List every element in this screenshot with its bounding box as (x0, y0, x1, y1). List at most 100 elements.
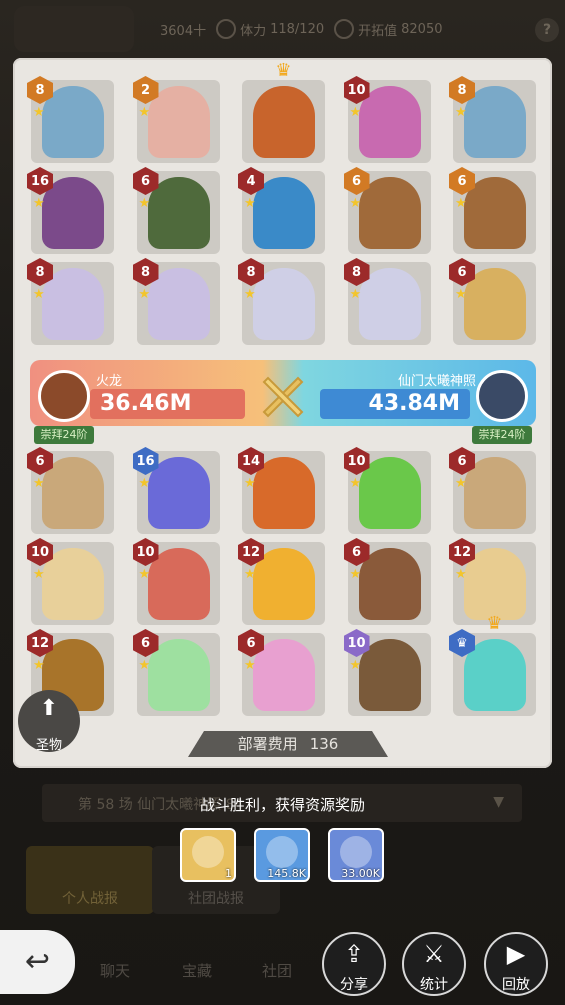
unit-card[interactable]: 8 ★ (449, 76, 536, 163)
resource-explore: 开拓值 82050 (334, 19, 443, 39)
victory-message: 战斗胜利，获得资源奖励 (199, 796, 365, 814)
reward-item[interactable]: 145.8K (254, 828, 310, 882)
deploy-cost-label: 部署费用 (237, 735, 298, 753)
star-icon: ★ (455, 105, 467, 120)
right-worship-tag: 崇拜24阶 (472, 426, 532, 444)
unit-card[interactable]: 6 ★ (132, 167, 220, 254)
star-icon: ★ (349, 476, 362, 491)
unit-card[interactable]: 16 ★ (27, 167, 114, 254)
tab-personal-label: 个人战报 (62, 891, 118, 907)
unit-row: 8 ★ 2 ★ ♛ 10 ★ 8 ★ (27, 60, 536, 163)
unit-card[interactable]: 12 ★ (238, 538, 325, 625)
unit-card[interactable]: 6 ★ (238, 629, 325, 716)
unit-card[interactable]: 10 ★ (27, 538, 114, 625)
nav-chat-label[interactable]: 聊天 (100, 960, 130, 981)
stats-label: 统计 (420, 977, 448, 993)
star-icon: ★ (349, 196, 362, 211)
unit-card[interactable]: 10 ★ (343, 629, 431, 716)
reward-count: 33.00K (341, 867, 380, 880)
unit-portrait (253, 86, 315, 158)
left-avatar[interactable] (38, 370, 90, 422)
star-icon: ★ (455, 567, 467, 582)
star-icon: ★ (455, 287, 467, 302)
stamina-icon (216, 19, 237, 39)
unit-card[interactable]: 16 ★ (132, 447, 220, 534)
unit-card[interactable]: 14 ★ (238, 447, 325, 534)
reward-icon (192, 836, 224, 868)
top-resource-bar: 3604十 体力 118/120 开拓值 82050 ? (0, 0, 565, 58)
unit-card[interactable]: 6 ★ (343, 538, 431, 625)
crossed-swords-icon (262, 376, 304, 418)
unit-card[interactable]: 2 ★ (132, 76, 220, 163)
nav-treasure-label[interactable]: 宝藏 (182, 960, 212, 981)
left-power-value: 36.46M (90, 389, 245, 419)
reward-count: 145.8K (267, 867, 306, 880)
left-worship-tag: 崇拜24阶 (34, 426, 94, 444)
star-icon: ★ (244, 567, 256, 582)
help-icon[interactable]: ? (535, 18, 559, 42)
share-icon: ⇪ (343, 940, 365, 968)
unit-card[interactable]: 8 ★ (27, 76, 114, 163)
star-icon: ★ (244, 287, 256, 302)
relic-button[interactable]: ⬆ 圣物 (18, 690, 80, 753)
stats-button[interactable]: ⚔ 统计 (402, 932, 466, 996)
stamina-label: 体力 (240, 23, 267, 39)
star-icon: ★ (349, 105, 362, 120)
left-player-name: 火龙 (96, 374, 123, 389)
unit-card[interactable]: 4 ★ (238, 167, 325, 254)
star-icon: ★ (33, 658, 45, 673)
unit-card[interactable]: 8 ★ (27, 258, 114, 345)
star-icon: ★ (455, 476, 467, 491)
tab-guild-label: 社团战报 (188, 891, 244, 907)
share-label: 分享 (340, 977, 368, 993)
replay-label: 回放 (502, 977, 530, 993)
star-icon: ★ (244, 658, 256, 673)
deploy-cost: 部署费用 136 (188, 731, 388, 757)
star-icon: ★ (33, 567, 45, 582)
unit-card[interactable]: 6 ★ (343, 167, 431, 254)
star-icon: ★ (33, 476, 45, 491)
unit-card[interactable]: 6 ★ (449, 258, 536, 345)
star-icon: ★ (138, 567, 151, 582)
resource-stamina: 体力 118/120 (216, 19, 324, 39)
unit-row: 12 ★ 6 ★ 6 ★ 10 ★ ♛ ♛ (27, 613, 536, 716)
unit-card[interactable]: 10 ★ (132, 538, 220, 625)
unit-card[interactable]: 8 ★ (343, 258, 431, 345)
unit-card[interactable]: ♛ ♛ (449, 613, 536, 716)
share-button[interactable]: ⇪ 分享 (322, 932, 386, 996)
stamina-value: 118/120 (270, 21, 325, 37)
crown-icon: ♛ (486, 613, 503, 634)
star-icon: ★ (244, 476, 256, 491)
nav-guild-label[interactable]: 社团 (262, 960, 292, 981)
unit-card[interactable]: ♛ (242, 60, 325, 163)
star-icon: ★ (33, 105, 45, 120)
relic-label: 圣物 (35, 738, 62, 753)
reward-count: 1 (225, 867, 232, 880)
unit-card[interactable]: 10 ★ (343, 447, 431, 534)
unit-card[interactable]: 8 ★ (132, 258, 220, 345)
star-icon: ★ (244, 196, 256, 211)
right-player-name: 仙门太曦神照 (397, 374, 476, 389)
star-icon: ★ (33, 287, 45, 302)
star-icon: ★ (138, 287, 151, 302)
unit-card[interactable]: 6 ★ (132, 629, 220, 716)
right-avatar[interactable] (476, 370, 528, 422)
unit-card[interactable]: 8 ★ (238, 258, 325, 345)
reward-item[interactable]: 1 (180, 828, 236, 882)
reward-item[interactable]: 33.00K (328, 828, 384, 882)
unit-card[interactable]: 6 ★ (449, 447, 536, 534)
unit-card[interactable]: 6 ★ (27, 447, 114, 534)
explore-label: 开拓值 (358, 23, 398, 39)
tab-personal-report[interactable]: 个人战报 (26, 846, 154, 914)
star-icon: ★ (138, 105, 151, 120)
unit-row: 10 ★ 10 ★ 12 ★ 6 ★ 12 ★ (27, 538, 536, 625)
explore-value: 82050 (401, 21, 443, 37)
replay-icon: ▶ (506, 940, 526, 968)
back-arrow-icon: ↩ (24, 944, 51, 979)
unit-card[interactable]: 6 ★ (449, 167, 536, 254)
back-button[interactable]: ↩ (0, 930, 75, 994)
replay-button[interactable]: ▶ 回放 (484, 932, 548, 996)
reward-icon (340, 836, 372, 868)
unit-card[interactable]: 10 ★ (343, 76, 431, 163)
unit-row: 6 ★ 16 ★ 14 ★ 10 ★ 6 ★ (27, 447, 536, 534)
